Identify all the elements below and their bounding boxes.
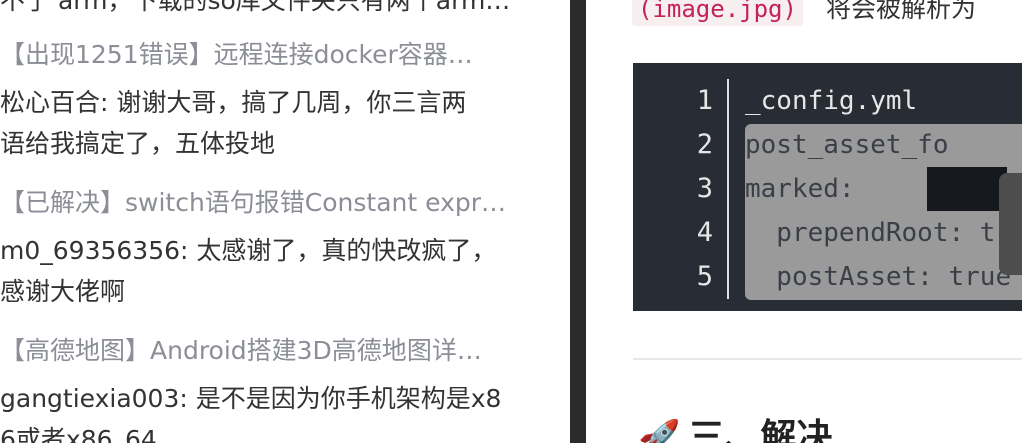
paragraph-text: 将会被解析为 [826,0,977,23]
rocket-icon: 🚀 [638,418,681,443]
article-content: (image.jpg) 将会被解析为 1 2 3 4 5 _config.yml… [586,0,1022,443]
line-number: 1 [696,85,713,116]
comment-article-link[interactable]: 【出现1251错误】远程连接docker容器… [0,40,530,70]
section-heading-text: 三、解决 [688,417,833,443]
search-selection-button[interactable]: 搜索 [999,173,1022,275]
code-line: post_asset_fo [745,130,949,160]
comment-text: 感谢大佬啊 [0,277,126,306]
comment-text: 语给我搞定了，五体投地 [0,129,276,158]
line-number: 4 [696,217,713,248]
line-number: 5 [696,261,713,292]
code-line: prependRoot: tr [745,218,1012,248]
gutter-divider [727,79,729,299]
inline-code: (image.jpg) [632,0,803,26]
page-background-gap [570,0,586,443]
comment-text: 6或者x86_64 [0,425,157,443]
code-line: _config.yml [745,86,918,116]
line-number: 2 [696,129,713,160]
code-line: postAsset: true [745,262,1012,292]
comment-text: m0_69356356: 太感谢了，真的快改疯了， [0,236,497,265]
comment-text-cut: 不了 arm，下载的so库文件夹只有两个arm… [0,0,511,15]
comment-text: gangtiexia003: 是不是因为你手机架构是x8 [0,384,502,413]
comment-text: 松心百合: 谢谢大哥，搞了几周，你三言两 [0,88,467,117]
selection-gap [927,167,1007,211]
sidebar-recent-comments: 不了 arm，下载的so库文件夹只有两个arm… 【出现1251错误】远程连接d… [0,0,570,443]
comment-article-link[interactable]: 【高德地图】Android搭建3D高德地图详… [0,336,530,366]
code-line: marked: [745,174,855,204]
section-heading: 🚀 三、解决 [638,418,832,443]
code-block[interactable]: 1 2 3 4 5 _config.yml post_asset_fo mark… [633,63,1022,311]
section-divider [633,358,1022,360]
comment-article-link[interactable]: 【已解决】switch语句报错Constant expr… [0,188,530,218]
line-number: 3 [696,173,713,204]
